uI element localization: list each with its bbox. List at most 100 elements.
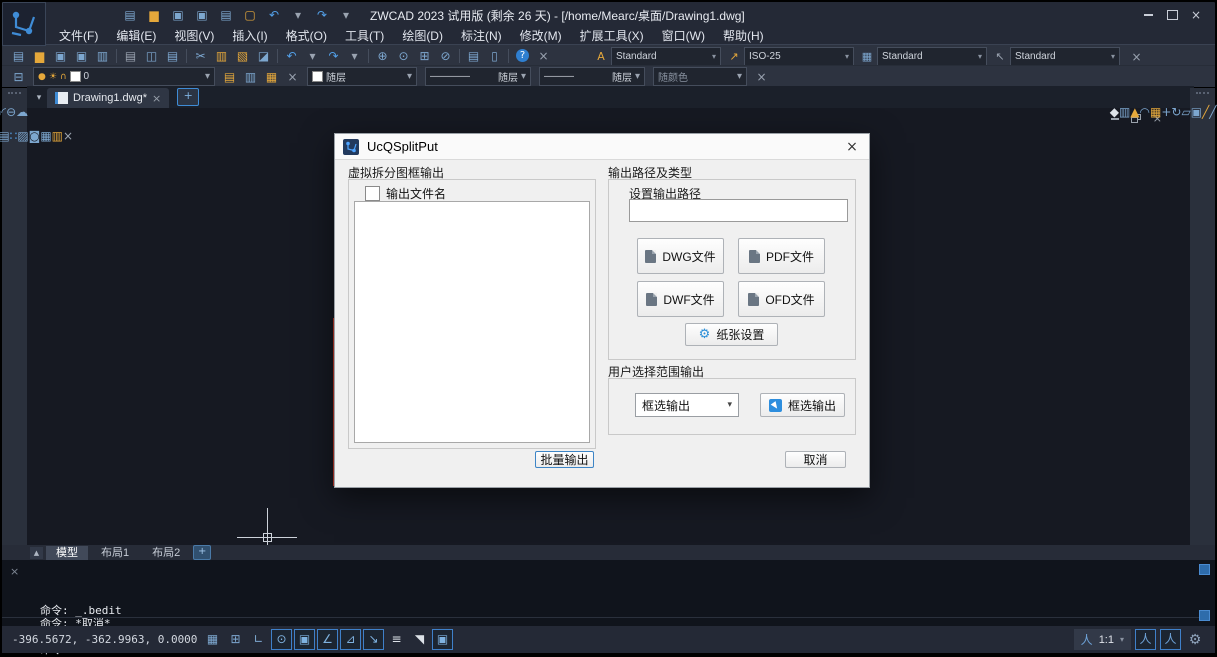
properties-palette-icon[interactable]: ▤ bbox=[463, 47, 484, 65]
region-icon[interactable]: ◙ bbox=[29, 129, 41, 143]
copy-icon[interactable]: ▥ bbox=[1119, 105, 1130, 119]
batch-output-button[interactable]: 批量输出 bbox=[535, 451, 594, 468]
save-as-icon[interactable]: ▣ bbox=[192, 6, 212, 24]
command-close-icon[interactable]: × bbox=[10, 565, 19, 578]
layer-manager-icon[interactable]: ⊟ bbox=[8, 68, 29, 86]
menu-item[interactable]: 帮助(H) bbox=[714, 28, 773, 44]
scale-icon[interactable]: ▱ bbox=[1181, 105, 1190, 119]
redo-dropdown-icon[interactable]: ▾ bbox=[344, 47, 365, 65]
undo-icon[interactable]: ↶ bbox=[264, 6, 284, 24]
open-folder-icon[interactable]: ▆ bbox=[29, 47, 50, 65]
scroll-down-button[interactable] bbox=[1199, 610, 1210, 621]
menu-item[interactable]: 格式(O) bbox=[277, 28, 336, 44]
print-icon[interactable]: ▤ bbox=[120, 47, 141, 65]
cancel-button[interactable]: 取消 bbox=[785, 451, 846, 468]
rotate-icon[interactable]: ↻ bbox=[1171, 105, 1181, 119]
undo-dropdown-icon[interactable]: ▾ bbox=[288, 6, 308, 24]
layer-toolbar-close-icon[interactable]: × bbox=[282, 68, 303, 86]
lineweight-icon[interactable]: ↘ bbox=[363, 629, 384, 650]
close-button[interactable]: × bbox=[1187, 7, 1205, 23]
quick-menu-icon[interactable]: ≡ bbox=[386, 629, 407, 650]
paper-settings-button[interactable]: ⚙ 纸张设置 bbox=[685, 323, 778, 346]
settings-gear-icon[interactable]: ⚙ bbox=[1185, 632, 1205, 648]
plot-icon[interactable]: ▤ bbox=[162, 47, 183, 65]
circle-icon[interactable]: ⊖ bbox=[6, 105, 16, 119]
layer-previous-icon[interactable]: ▦ bbox=[261, 68, 282, 86]
annotation-visibility-button[interactable]: 人 bbox=[1135, 629, 1156, 650]
scroll-up-button[interactable] bbox=[1199, 564, 1210, 575]
file-type-button[interactable]: DWG文件 bbox=[637, 238, 724, 274]
hatch-icon[interactable]: ▨ bbox=[17, 129, 28, 143]
menu-item[interactable]: 插入(I) bbox=[223, 28, 276, 44]
print-icon[interactable]: ▤ bbox=[216, 6, 236, 24]
save-icon[interactable]: ▣ bbox=[168, 6, 188, 24]
menu-item[interactable]: 绘图(D) bbox=[393, 28, 452, 44]
box-select-output-button[interactable]: 框选输出 bbox=[760, 393, 845, 417]
text-style-dropdown[interactable]: Standard▾ bbox=[611, 47, 721, 66]
new-tab-button[interactable]: + bbox=[177, 88, 199, 106]
zoom-realtime-icon[interactable]: ⊙ bbox=[393, 47, 414, 65]
erase-icon[interactable]: ◆ bbox=[1110, 105, 1119, 119]
layout-up-button[interactable]: ▲ bbox=[30, 547, 43, 559]
revision-cloud-icon[interactable]: ☁ bbox=[16, 105, 28, 119]
layer-properties-icon[interactable]: ▤ bbox=[219, 68, 240, 86]
workspace-icon[interactable]: ▣ bbox=[432, 629, 453, 650]
lineweight-dropdown[interactable]: ——— 随层 ▾ bbox=[539, 67, 645, 86]
minimize-button[interactable] bbox=[1139, 7, 1157, 23]
multileader-style-dropdown[interactable]: Standard▾ bbox=[1010, 47, 1120, 66]
menu-item[interactable]: 窗口(W) bbox=[653, 28, 714, 44]
properties-toolbar-close-icon[interactable]: × bbox=[751, 68, 772, 86]
snap-icon[interactable]: ⊞ bbox=[225, 629, 246, 650]
undo-icon[interactable]: ↶ bbox=[281, 47, 302, 65]
redo-dropdown-icon[interactable]: ▾ bbox=[336, 6, 356, 24]
file-type-button[interactable]: DWF文件 bbox=[637, 281, 724, 317]
object-snap-icon[interactable]: ▣ bbox=[294, 629, 315, 650]
help-icon[interactable]: ? bbox=[516, 49, 529, 62]
zoom-previous-icon[interactable]: ⊘ bbox=[435, 47, 456, 65]
drawing-canvas[interactable]: × UcQSplitPut × 虚拟拆分图框输出 输出文件名 bbox=[27, 108, 1190, 545]
zoom-window-icon[interactable]: ⊞ bbox=[414, 47, 435, 65]
frame-list-box[interactable] bbox=[354, 201, 590, 443]
toolbar-close-icon[interactable]: × bbox=[533, 47, 554, 65]
dynamic-input-icon[interactable]: ⊿ bbox=[340, 629, 361, 650]
layer-states-icon[interactable]: ▥ bbox=[240, 68, 261, 86]
offset-icon[interactable]: ◠ bbox=[1140, 105, 1150, 119]
redo-icon[interactable]: ↷ bbox=[312, 6, 332, 24]
grid-icon[interactable]: ▦ bbox=[202, 629, 223, 650]
output-mode-dropdown[interactable]: 框选输出 ▾ bbox=[635, 393, 739, 417]
layout-tab[interactable]: 模型 bbox=[46, 546, 88, 560]
stretch-icon[interactable]: ▣ bbox=[1191, 105, 1202, 119]
extend-icon[interactable]: ╱ bbox=[1209, 105, 1216, 119]
redo-icon[interactable]: ↷ bbox=[323, 47, 344, 65]
object-track-icon[interactable]: ∠ bbox=[317, 629, 338, 650]
table-style-dropdown[interactable]: Standard▾ bbox=[877, 47, 987, 66]
make-block-icon[interactable]: ▤ bbox=[0, 129, 10, 143]
menu-item[interactable]: 文件(F) bbox=[50, 28, 107, 44]
color-dropdown[interactable]: 随层 ▾ bbox=[307, 67, 417, 86]
draw-toolbar-close-icon[interactable]: × bbox=[63, 129, 73, 143]
layer-dropdown[interactable]: ● ☀ ∩ 0 ▾ bbox=[33, 67, 215, 86]
array-icon[interactable]: ▦ bbox=[1150, 105, 1161, 119]
output-filename-checkbox[interactable] bbox=[365, 186, 380, 201]
move-icon[interactable]: + bbox=[1161, 105, 1171, 119]
paste-icon[interactable]: ▧ bbox=[232, 47, 253, 65]
file-type-button[interactable]: OFD文件 bbox=[738, 281, 825, 317]
open-folder-icon[interactable]: ▆ bbox=[144, 6, 164, 24]
menu-item[interactable]: 工具(T) bbox=[336, 28, 393, 44]
menu-item[interactable]: 扩展工具(X) bbox=[571, 28, 653, 44]
select-cursor-icon[interactable]: ◥ bbox=[409, 629, 430, 650]
new-file-icon[interactable]: ▤ bbox=[8, 47, 29, 65]
cut-icon[interactable]: ✂ bbox=[190, 47, 211, 65]
annotation-scale-dropdown[interactable]: 人 1:1 ▾ bbox=[1074, 629, 1131, 650]
dialog-titlebar[interactable]: UcQSplitPut × bbox=[335, 134, 869, 160]
dialog-close-icon[interactable]: × bbox=[843, 139, 861, 155]
save-icon[interactable]: ▣ bbox=[50, 47, 71, 65]
styles-toolbar-close-icon[interactable]: × bbox=[1126, 48, 1147, 66]
layout-tab[interactable]: 布局2 bbox=[142, 546, 190, 560]
layout-tab[interactable]: 布局1 bbox=[91, 546, 139, 560]
new-layout-button[interactable]: + bbox=[193, 545, 211, 560]
pan-icon[interactable]: ⊕ bbox=[372, 47, 393, 65]
linetype-dropdown[interactable]: ———— 随层 ▾ bbox=[425, 67, 531, 86]
save-as-icon[interactable]: ▣ bbox=[71, 47, 92, 65]
copy-icon[interactable]: ▥ bbox=[211, 47, 232, 65]
